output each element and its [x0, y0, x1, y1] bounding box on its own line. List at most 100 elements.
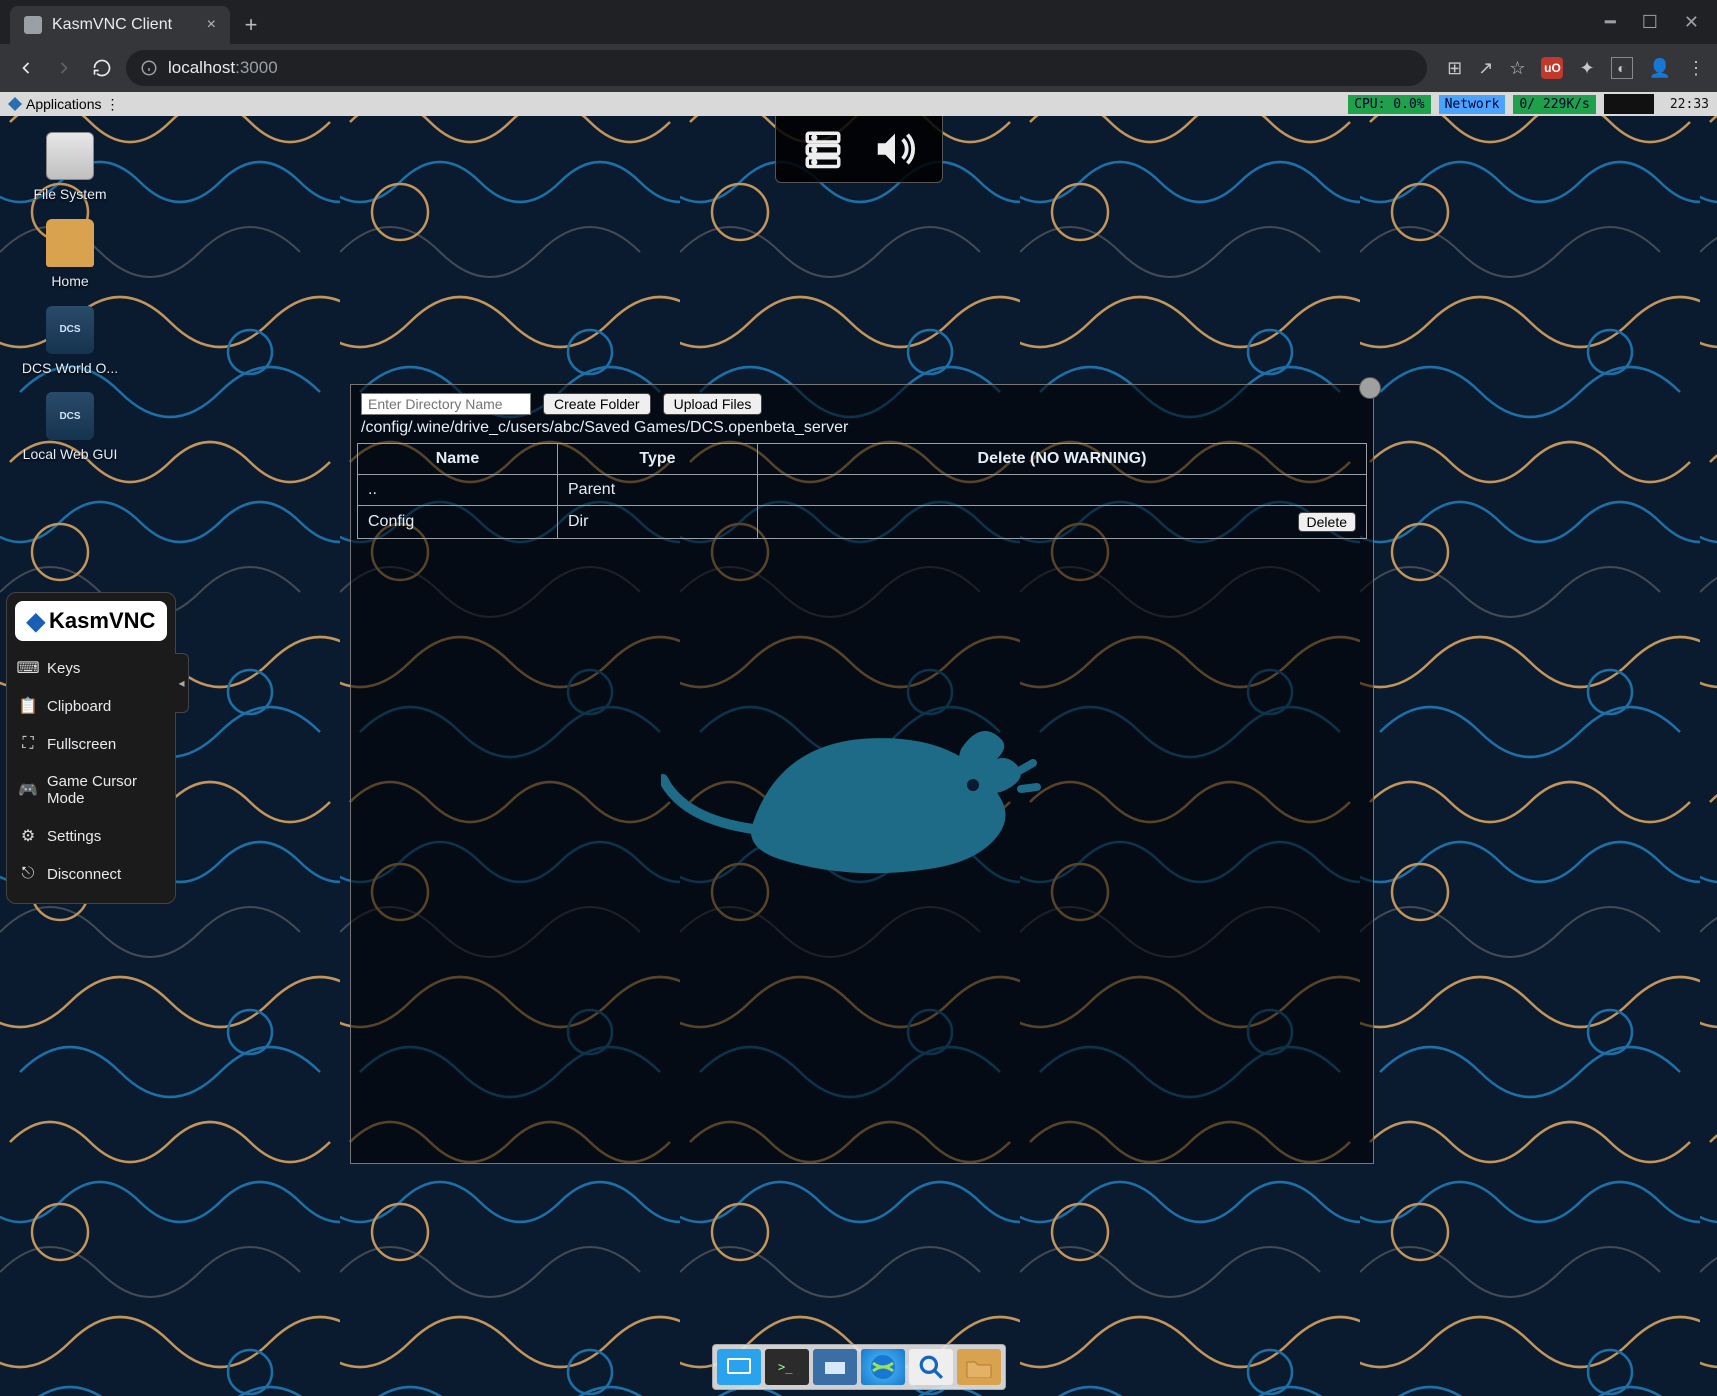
- drive-icon: [46, 132, 94, 180]
- bookmark-star-icon[interactable]: ☆: [1509, 58, 1525, 79]
- folder-icon: [965, 1356, 993, 1378]
- kasm-item-keys[interactable]: ⌨ Keys: [7, 649, 175, 687]
- file-manager-toolbar: Create Folder Upload Files: [351, 385, 1373, 419]
- magnifier-icon: [918, 1354, 944, 1380]
- kasm-item-clipboard[interactable]: 📋 Clipboard: [7, 687, 175, 725]
- cell-type: Parent: [558, 475, 758, 506]
- keyboard-icon: ⌨: [19, 659, 37, 677]
- applications-menu-button[interactable]: Applications ⋮: [0, 92, 128, 116]
- table-row-config[interactable]: Config Dir Delete: [358, 506, 1367, 539]
- dock-item-terminal[interactable]: >_: [765, 1349, 809, 1385]
- desktop-icon-local-web-gui[interactable]: DCS Local Web GUI: [20, 392, 120, 463]
- header-type: Type: [558, 444, 758, 475]
- gamepad-icon: 🎮: [19, 781, 37, 799]
- kasm-item-fullscreen[interactable]: ⛶ Fullscreen: [7, 725, 175, 763]
- kasm-item-label: Settings: [47, 828, 101, 845]
- file-manager-icon: [821, 1356, 849, 1378]
- desktop-icon-home[interactable]: Home: [20, 219, 120, 290]
- nav-back-button[interactable]: [12, 54, 40, 82]
- ublock-extension-icon[interactable]: uO: [1541, 57, 1563, 79]
- disconnect-icon: ⎋: [19, 865, 37, 883]
- table-row-parent[interactable]: .. Parent: [358, 475, 1367, 506]
- panel-collapse-handle[interactable]: ◂: [175, 653, 189, 713]
- clipboard-icon: 📋: [19, 697, 37, 715]
- fullscreen-icon: ⛶: [19, 735, 37, 753]
- desktop-icon: [725, 1356, 753, 1378]
- network-label: Network: [1439, 95, 1506, 114]
- browser-titlebar: KasmVNC Client × + ━ ☐ ✕: [0, 0, 1717, 44]
- gear-icon: ⚙: [19, 827, 37, 845]
- create-folder-button[interactable]: Create Folder: [543, 393, 651, 415]
- dock-item-search[interactable]: [909, 1349, 953, 1385]
- window-maximize-icon[interactable]: ☐: [1642, 12, 1658, 33]
- kasm-item-game-cursor[interactable]: 🎮 Game Cursor Mode: [7, 763, 175, 817]
- terminal-icon: >_: [773, 1356, 801, 1378]
- dock-item-show-desktop[interactable]: [717, 1349, 761, 1385]
- share-icon[interactable]: ↗: [1478, 58, 1493, 79]
- system-stats: CPU: 0.0% Network 0/ 229K/s 22:33: [1348, 92, 1717, 116]
- dcs-icon: DCS: [46, 392, 94, 440]
- new-tab-button[interactable]: +: [236, 10, 266, 40]
- nav-reload-button[interactable]: [88, 54, 116, 82]
- tab-title: KasmVNC Client: [52, 16, 172, 34]
- cell-name: ..: [358, 475, 558, 506]
- desktop-icon-dcs-world[interactable]: DCS DCS World O...: [20, 306, 120, 377]
- current-path: /config/.wine/drive_c/users/abc/Saved Ga…: [351, 419, 1373, 443]
- panel-clock: 22:33: [1662, 97, 1717, 112]
- volume-icon[interactable]: [872, 126, 918, 172]
- dock-item-home-folder[interactable]: [957, 1349, 1001, 1385]
- tab-favicon: [24, 16, 42, 34]
- toolbar-icons: ⊞ ↗ ☆ uO ✦ ◐ 👤 ⋮: [1437, 57, 1705, 79]
- desktop-icon-label: Home: [20, 273, 120, 290]
- dock-item-files[interactable]: [813, 1349, 857, 1385]
- network-value: 0/ 229K/s: [1513, 95, 1595, 114]
- kebab-menu-icon[interactable]: ⋮: [1687, 58, 1705, 79]
- cell-name: Config: [358, 506, 558, 539]
- install-app-icon[interactable]: ⊞: [1447, 58, 1462, 79]
- window-close-handle[interactable]: [1359, 377, 1381, 399]
- browser-toolbar: localhost:3000 ⊞ ↗ ☆ uO ✦ ◐ 👤 ⋮: [0, 44, 1717, 92]
- header-name: Name: [358, 444, 558, 475]
- kasm-item-disconnect[interactable]: ⎋ Disconnect: [7, 855, 175, 893]
- kasm-item-label: Game Cursor Mode: [47, 773, 163, 807]
- dcs-icon: DCS: [46, 306, 94, 354]
- url-text: localhost:3000: [168, 58, 278, 78]
- profile-avatar-icon[interactable]: 👤: [1649, 58, 1671, 79]
- directory-name-input[interactable]: [361, 393, 531, 415]
- cell-delete: [758, 475, 1367, 506]
- server-rack-icon[interactable]: [800, 126, 846, 172]
- applications-label: Applications: [26, 96, 102, 112]
- address-bar[interactable]: localhost:3000: [126, 50, 1427, 86]
- delete-button[interactable]: Delete: [1298, 512, 1356, 532]
- cell-type: Dir: [558, 506, 758, 539]
- vnc-overlay-bar: [775, 116, 943, 183]
- desktop-icon-filesystem[interactable]: File System: [20, 132, 120, 203]
- vnc-viewport: Applications ⋮ CPU: 0.0% Network 0/ 229K…: [0, 92, 1717, 1396]
- kasm-logo-text: KasmVNC: [49, 608, 155, 634]
- browser-tab[interactable]: KasmVNC Client ×: [10, 6, 230, 44]
- nav-forward-button[interactable]: [50, 54, 78, 82]
- site-info-icon[interactable]: [140, 59, 158, 77]
- file-manager-body: [351, 539, 1373, 1099]
- kasmvnc-panel: ◆ KasmVNC ⌨ Keys 📋 Clipboard ⛶ Fullscree…: [6, 592, 176, 904]
- desktop-icon-label: File System: [20, 186, 120, 203]
- upload-files-button[interactable]: Upload Files: [663, 393, 763, 415]
- extension-toggle-icon[interactable]: ◐: [1611, 57, 1633, 79]
- window-close-icon[interactable]: ✕: [1684, 12, 1699, 33]
- dock-item-browser[interactable]: [861, 1349, 905, 1385]
- kasm-item-settings[interactable]: ⚙ Settings: [7, 817, 175, 855]
- desktop-icon-label: Local Web GUI: [20, 446, 120, 463]
- kasm-item-label: Disconnect: [47, 866, 121, 883]
- folder-icon: [46, 219, 94, 267]
- xfce-dock: >_: [712, 1344, 1006, 1390]
- kasm-item-label: Keys: [47, 660, 80, 677]
- window-minimize-icon[interactable]: ━: [1605, 12, 1616, 33]
- extensions-puzzle-icon[interactable]: ✦: [1579, 58, 1594, 79]
- kasm-item-label: Clipboard: [47, 698, 111, 715]
- window-controls: ━ ☐ ✕: [1587, 0, 1717, 44]
- header-delete: Delete (NO WARNING): [758, 444, 1367, 475]
- tab-close-icon[interactable]: ×: [207, 16, 216, 34]
- desktop-icon-label: DCS World O...: [20, 360, 120, 377]
- file-manager-window: Create Folder Upload Files /config/.wine…: [350, 384, 1374, 1164]
- kasm-logo-icon: ◆: [27, 607, 45, 636]
